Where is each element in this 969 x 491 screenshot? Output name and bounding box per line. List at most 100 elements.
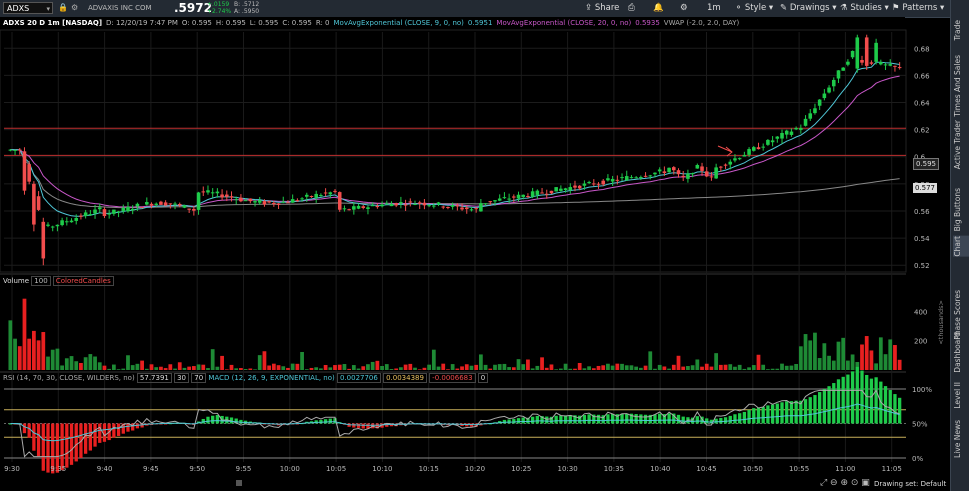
candle-body (667, 167, 671, 173)
volume-label: Volume 100 ColoredCandles (3, 276, 114, 286)
macd-histogram-bar (328, 418, 332, 424)
right-tab-dashboard[interactable]: Dashboard (953, 332, 969, 373)
candle-body (521, 194, 526, 197)
candle-body (530, 191, 535, 197)
macd-histogram-bar (625, 413, 629, 424)
macd-histogram-bar (705, 418, 709, 424)
time-tick-label: 9:35 (50, 465, 66, 473)
volume-bar (751, 365, 756, 370)
volume-bar (262, 351, 267, 370)
volume-panel[interactable] (8, 298, 902, 370)
macd-histogram-bar (563, 415, 568, 424)
candle-body (337, 192, 342, 210)
macd-histogram-bar (860, 370, 864, 424)
right-tab-level-ii[interactable]: Level II (953, 382, 969, 409)
volume-bar (333, 365, 337, 370)
macd-histogram-bar (874, 377, 878, 424)
volume-bar (446, 369, 450, 370)
volume-bar (351, 365, 356, 370)
volume-bar (281, 366, 286, 370)
volume-bar (140, 360, 144, 370)
volume-bar (121, 368, 126, 370)
candle-body (540, 192, 544, 194)
volume-bar (846, 360, 850, 370)
zoom-controls[interactable]: ⤢ ⊖ ⊕ ⊙ ▣ (820, 478, 870, 488)
macd-histogram-bar (215, 414, 220, 424)
candle-body (455, 205, 460, 207)
candle-body (474, 208, 478, 210)
candle-body (441, 206, 446, 208)
volume-bar (102, 365, 107, 370)
candle-body (135, 203, 140, 207)
macd-histogram-bar (507, 419, 511, 424)
volume-bar (422, 367, 427, 370)
macd-histogram-bar (46, 423, 50, 473)
chart-area[interactable]: 9:30 9:35 9:40 9:45 9:50 9:55 10:00 10:05 10:10 1… (0, 0, 950, 477)
drawing-set-label[interactable]: Drawing set: Default (874, 480, 946, 488)
candle-body (672, 167, 676, 171)
macd-histogram-bar (836, 379, 841, 424)
candle-body (846, 61, 850, 65)
volume-bar (144, 368, 149, 370)
time-tick-label: 10:15 (419, 465, 439, 473)
volume-bar (780, 363, 784, 370)
osc-tick-label: 50% (912, 421, 928, 429)
volume-bar (544, 367, 549, 370)
volume-bar (460, 366, 464, 370)
candle-body (328, 192, 333, 195)
volume-bar (558, 368, 563, 370)
volume-bar (46, 356, 50, 370)
candle-body (544, 193, 549, 195)
candle-body (163, 202, 168, 206)
volume-bar (878, 337, 883, 370)
macd-histogram-bar (846, 374, 850, 424)
time-tick-label: 9:40 (97, 465, 113, 473)
volume-bar (224, 369, 229, 370)
right-tab-chart[interactable]: Chart (953, 236, 969, 257)
candle-body (601, 180, 606, 185)
candle-body (615, 179, 620, 181)
macd-histogram-bar (554, 415, 558, 424)
volume-bar (88, 354, 93, 370)
candle-body (813, 108, 817, 114)
time-tick-label: 10:10 (372, 465, 392, 473)
candle-body (836, 70, 841, 79)
macd-histogram-bar (32, 423, 36, 451)
right-tab-trade[interactable]: Trade (953, 20, 969, 41)
volume-bar (27, 338, 32, 370)
right-tab-live-news[interactable]: Live News (953, 420, 969, 458)
volume-bar (366, 364, 370, 370)
right-tab-active-trader[interactable]: Active Trader (953, 120, 969, 169)
candle-body (507, 198, 511, 200)
macd-histogram-bar (610, 413, 615, 424)
candle-body (596, 183, 601, 185)
candle-body (719, 166, 723, 168)
macd-histogram-bar (761, 407, 765, 424)
volume-bar (8, 320, 13, 370)
macd-histogram-bar (587, 414, 591, 424)
candle-body (79, 215, 83, 217)
price-panel[interactable] (4, 34, 906, 266)
volume-bar (657, 364, 662, 370)
macd-histogram-bar (808, 397, 812, 424)
volume-bar (300, 351, 304, 370)
scrollbar-thumb[interactable] (236, 480, 242, 486)
macd-histogram-bar (813, 395, 817, 424)
candle-body (427, 205, 431, 207)
right-tab-times-and-sales[interactable]: Times And Sales (953, 55, 969, 117)
right-tab-big-buttons[interactable]: Big Buttons (953, 188, 969, 231)
candle-body (756, 147, 761, 150)
price-tick-label: 0.66 (914, 72, 930, 80)
volume-bar (239, 368, 243, 370)
candle-body (676, 170, 681, 175)
candle-body (69, 220, 74, 223)
time-tick-label: 10:50 (743, 465, 763, 473)
candle-body (888, 64, 893, 66)
macd-histogram-bar (752, 408, 756, 424)
candle-body (794, 128, 798, 130)
volume-bar (737, 364, 742, 370)
candle-body (761, 146, 765, 148)
candle-body (380, 204, 384, 207)
candle-body (399, 202, 403, 204)
volume-bar (610, 365, 615, 370)
